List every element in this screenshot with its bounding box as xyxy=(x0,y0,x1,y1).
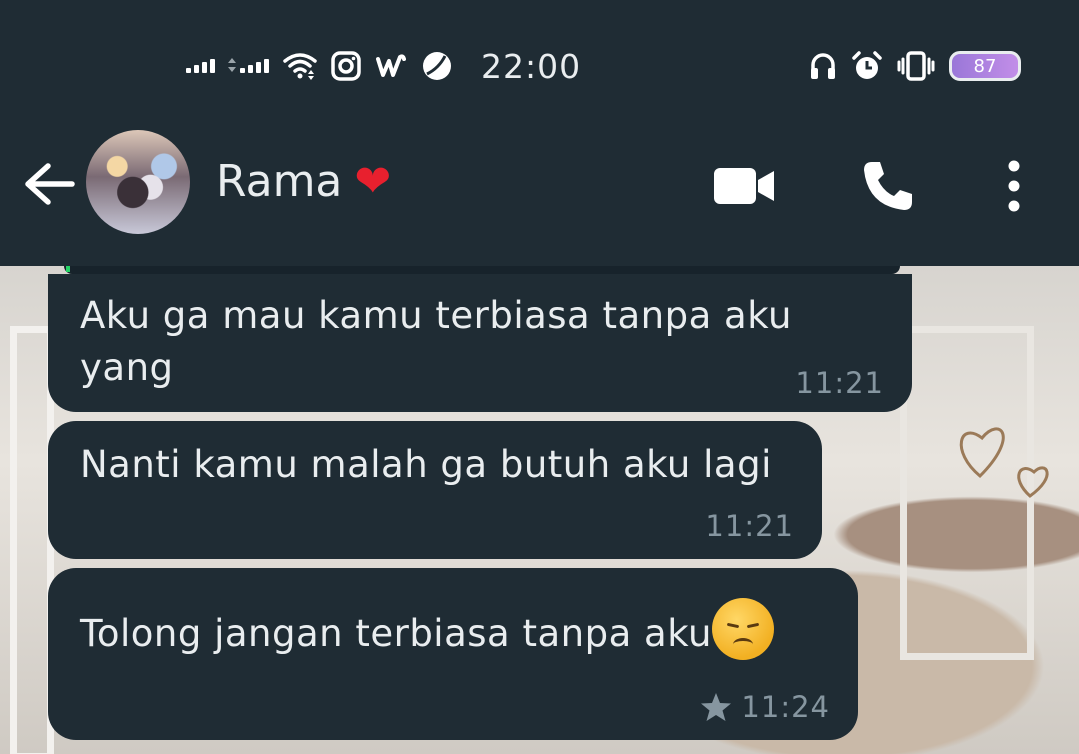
message-text: Nanti kamu malah ga butuh aku lagi xyxy=(80,443,772,486)
back-arrow-icon[interactable] xyxy=(20,158,80,210)
status-right: 87 xyxy=(809,44,1021,88)
more-options-icon[interactable] xyxy=(1004,158,1024,214)
message-text: Aku ga mau kamu terbiasa tanpa aku xyxy=(80,294,792,337)
phone-call-icon[interactable] xyxy=(860,158,916,214)
message-timestamp: 11:24 xyxy=(741,690,830,724)
star-icon xyxy=(701,693,731,721)
status-bar: 22:00 87 xyxy=(0,0,1079,118)
battery-icon: 87 xyxy=(949,51,1021,81)
status-left: 22:00 xyxy=(186,44,581,88)
chat-header: Rama ❤ xyxy=(0,118,1079,266)
avatar[interactable] xyxy=(86,130,190,234)
video-call-icon[interactable] xyxy=(714,166,774,206)
message-text: Tolong jangan terbiasa tanpa aku xyxy=(80,612,712,655)
leaf-icon xyxy=(423,52,451,80)
message-bubble[interactable]: Tolong jangan terbiasa tanpa aku 11:24 xyxy=(48,568,858,740)
battery-level: 87 xyxy=(973,55,997,77)
message-bubble[interactable]: Aku ga mau kamu terbiasa tanpa aku yang … xyxy=(48,274,912,412)
message-timestamp: 11:21 xyxy=(705,509,794,543)
message-text: yang xyxy=(80,346,174,389)
message-timestamp: 11:21 xyxy=(795,366,884,400)
vibrate-icon xyxy=(897,51,935,81)
alarm-icon xyxy=(852,51,882,79)
headphones-icon xyxy=(811,53,835,79)
heart-doodle-icon xyxy=(959,427,1049,498)
message-bubble[interactable]: Nanti kamu malah ga butuh aku lagi 11:21 xyxy=(48,421,822,559)
wifi-icon xyxy=(283,53,317,80)
disappointed-face-emoji xyxy=(711,598,774,660)
heart-emoji: ❤ xyxy=(354,156,392,207)
wattpad-icon xyxy=(376,54,406,77)
chat-background: Aku ga mau kamu terbiasa tanpa aku yang … xyxy=(0,266,1079,754)
clock: 22:00 xyxy=(481,46,582,86)
signal-2-icon xyxy=(227,58,269,73)
contact-name-text: Rama xyxy=(216,156,343,207)
contact-name[interactable]: Rama ❤ xyxy=(216,156,391,207)
previous-message-edge xyxy=(64,266,900,274)
signal-1-icon xyxy=(186,59,215,73)
instagram-icon xyxy=(331,51,361,81)
